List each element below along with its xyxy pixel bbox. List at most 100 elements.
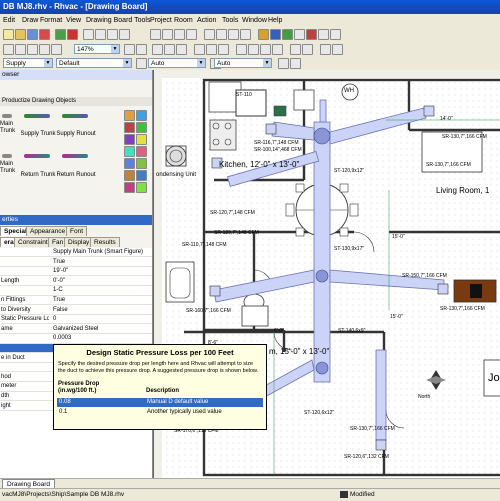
property-value[interactable]: 19'-0" (53, 267, 68, 275)
menu-edit[interactable]: Edit (3, 14, 15, 27)
property-value[interactable]: Supply Main Trunk (Smart Figure) (53, 248, 143, 256)
menu-room[interactable]: Room (174, 14, 193, 27)
back-icon[interactable] (272, 44, 283, 55)
save-icon[interactable] (27, 29, 38, 40)
coil-icon[interactable] (136, 170, 147, 181)
copy-icon[interactable] (95, 29, 106, 40)
property-row[interactable]: to Diversity False (0, 305, 152, 315)
property-value[interactable]: True (53, 258, 65, 266)
filter-icon[interactable] (124, 182, 135, 193)
layer-combo[interactable]: Supply Ductwork▼ (3, 58, 53, 77)
style-combo[interactable]: Default ▼ (56, 58, 132, 68)
property-value[interactable]: 0.0003 (53, 334, 71, 342)
property-row[interactable]: Static Pressure Loss 0 (0, 315, 152, 325)
menu-view[interactable]: View (66, 14, 81, 27)
check-icon[interactable] (282, 29, 293, 40)
property-row[interactable]: 19'-0" (0, 267, 152, 277)
new-icon[interactable] (3, 29, 14, 40)
wall-icon[interactable] (174, 29, 185, 40)
tab-font[interactable]: Font (66, 226, 88, 236)
text-icon[interactable] (51, 44, 62, 55)
rotate-icon[interactable] (290, 44, 301, 55)
zoom-icon[interactable] (318, 29, 329, 40)
property-value[interactable]: Galvanized Steel (53, 325, 98, 333)
menu-draw[interactable]: Draw (22, 14, 38, 27)
auto-combo-2[interactable]: Auto ▼ (214, 58, 272, 68)
stop-icon[interactable] (306, 29, 317, 40)
ortho-icon[interactable] (290, 58, 301, 69)
tab-appearance[interactable]: Appearance (26, 226, 70, 236)
browser-item-main-trunk-2[interactable]: Main Trunk (0, 161, 16, 175)
browser-item-return-trunk[interactable]: Return Trunk (20, 172, 56, 179)
hand-icon[interactable] (15, 44, 26, 55)
tab-display[interactable]: Display (64, 237, 94, 247)
register-icon[interactable] (136, 110, 147, 121)
elbow-icon[interactable] (124, 134, 135, 145)
property-row[interactable]: Length 0'-0" (0, 276, 152, 286)
duct-icon[interactable] (216, 29, 227, 40)
r-icon[interactable] (67, 29, 78, 40)
calc-icon[interactable] (258, 29, 269, 40)
align-left-icon[interactable] (194, 44, 205, 55)
auto-combo-1[interactable]: Auto ▼ (148, 58, 206, 68)
line-icon[interactable] (27, 44, 38, 55)
property-value[interactable]: 0 (53, 315, 56, 323)
damper-icon[interactable] (136, 122, 147, 133)
bold-icon[interactable] (152, 44, 163, 55)
menu-action[interactable]: Action (197, 14, 216, 27)
grid-icon[interactable] (330, 29, 341, 40)
tee-icon[interactable] (136, 134, 147, 145)
ungroup-icon[interactable] (248, 44, 259, 55)
zoom-combo[interactable]: 147% ▼ (74, 44, 120, 54)
fitting-icon[interactable] (228, 29, 239, 40)
property-row[interactable]: True (0, 257, 152, 267)
align-right-icon[interactable] (218, 44, 229, 55)
zoom-in-icon[interactable] (124, 44, 135, 55)
italic-icon[interactable] (164, 44, 175, 55)
select-icon[interactable] (3, 44, 14, 55)
property-value[interactable]: 1-C (53, 286, 63, 294)
property-row[interactable]: 0.0003 (0, 334, 152, 344)
report-icon[interactable] (270, 29, 281, 40)
paste-icon[interactable] (107, 29, 118, 40)
property-value[interactable]: False (53, 306, 68, 314)
menu-tools[interactable]: Tools (222, 14, 238, 27)
tooltip-option-row[interactable]: 0.1 Another typically used value (57, 408, 263, 417)
register-icon[interactable] (240, 29, 251, 40)
draw-icon[interactable] (150, 29, 161, 40)
supply-trunk-icon[interactable] (24, 114, 50, 118)
help-icon[interactable] (294, 29, 305, 40)
room-icon[interactable] (162, 29, 173, 40)
underline-icon[interactable] (176, 44, 187, 55)
property-row[interactable]: Supply Main Trunk (Smart Figure) (0, 248, 152, 258)
browser-item-supply-trunk[interactable]: Supply Trunk (20, 131, 56, 138)
fitting-icon[interactable] (124, 110, 135, 121)
print-icon[interactable] (39, 29, 50, 40)
property-value[interactable]: 0'-0" (53, 277, 65, 285)
cap-icon[interactable] (136, 158, 147, 169)
zoom-out-icon[interactable] (136, 44, 147, 55)
group-icon[interactable] (236, 44, 247, 55)
flip-icon[interactable] (302, 44, 313, 55)
undo-icon[interactable] (119, 29, 130, 40)
browser-item-supply-runout[interactable]: Supply Runout (56, 131, 96, 138)
menu-help[interactable]: Help (268, 14, 282, 27)
window-tool-icon[interactable] (204, 29, 215, 40)
menu-format[interactable]: Format (40, 14, 62, 27)
plenum-icon[interactable] (124, 170, 135, 181)
fill-icon[interactable] (320, 44, 331, 55)
supply-runout-icon[interactable] (62, 114, 88, 118)
return-trunk-icon[interactable] (24, 154, 50, 158)
browser-item-main-trunk[interactable]: Main Trunk (0, 121, 16, 135)
menu-project[interactable]: Project (150, 14, 172, 27)
menu-window[interactable]: Window (242, 14, 267, 27)
browser-item-return-runout[interactable]: Return Runout (56, 172, 96, 179)
browser-category[interactable]: Productize Drawing Objects (0, 97, 152, 106)
main-trunk-icon[interactable] (2, 154, 12, 158)
front-icon[interactable] (260, 44, 271, 55)
property-row[interactable]: ame Galvanized Steel (0, 324, 152, 334)
return-runout-icon[interactable] (62, 154, 88, 158)
grille-icon[interactable] (124, 122, 135, 133)
door-icon[interactable] (186, 29, 197, 40)
property-value[interactable]: True (53, 296, 65, 304)
